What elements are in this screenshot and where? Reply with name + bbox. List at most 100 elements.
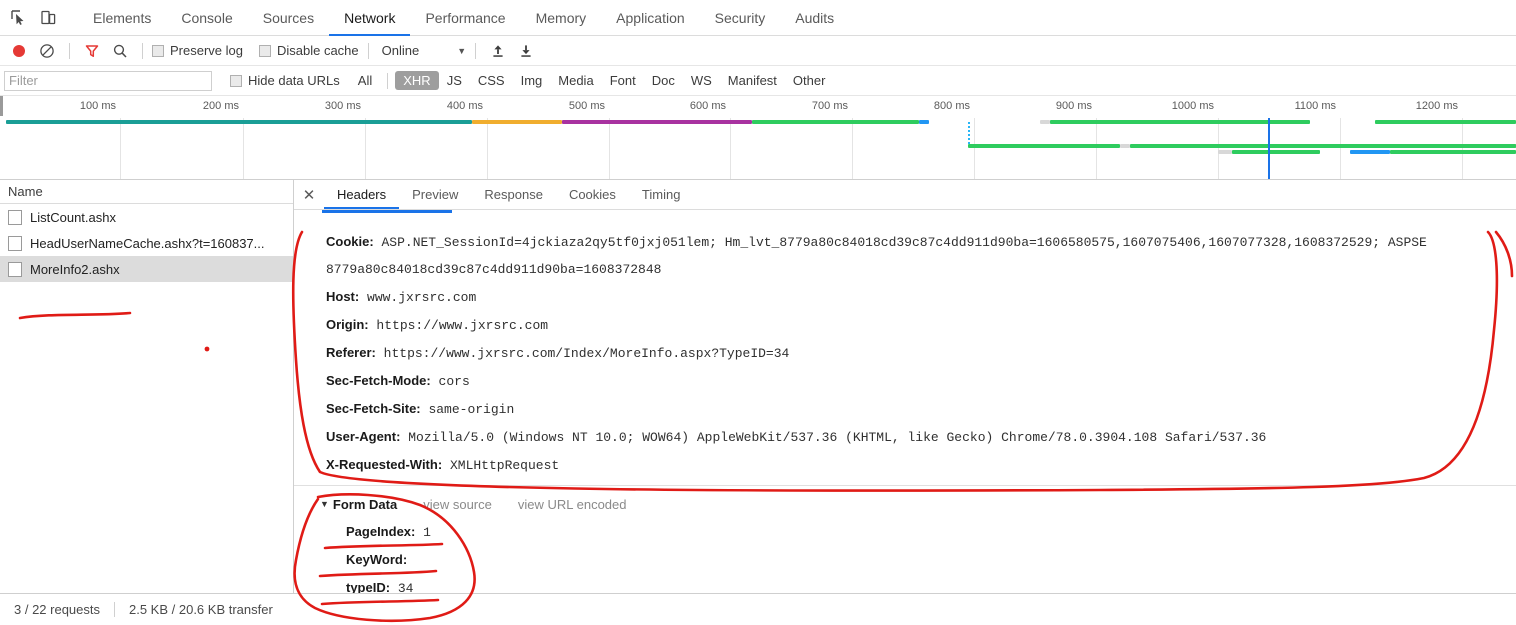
overview-dashed-connector: [968, 122, 970, 144]
detail-tab-response[interactable]: Response: [471, 180, 556, 209]
panel-tab-elements[interactable]: Elements: [78, 0, 166, 36]
chip-img[interactable]: Img: [513, 71, 551, 90]
preserve-log-box[interactable]: [152, 44, 164, 57]
devtools-panel-tabbar: Elements Console Sources Network Perform…: [0, 0, 1516, 36]
form-data-value: 1: [423, 525, 431, 540]
detail-tabbar: ✕ Headers Preview Response Cookies Timin…: [294, 180, 1516, 210]
disable-cache-checkbox[interactable]: Disable cache: [258, 43, 359, 58]
view-url-encoded-link[interactable]: view URL encoded: [518, 497, 627, 512]
request-row-headusernamecache[interactable]: HeadUserNameCache.ashx?t=160837...: [0, 230, 293, 256]
view-source-link[interactable]: view source: [423, 497, 492, 512]
chip-doc[interactable]: Doc: [644, 71, 683, 90]
column-header-name[interactable]: Name: [0, 180, 293, 204]
funnel-icon[interactable]: [79, 39, 105, 63]
chip-ws[interactable]: WS: [683, 71, 720, 90]
network-overview-timeline[interactable]: 100 ms 200 ms 300 ms 400 ms 500 ms 600 m…: [0, 96, 1516, 180]
detail-tab-headers[interactable]: Headers: [324, 180, 399, 209]
headers-content[interactable]: Cookie: ASP.NET_SessionId=4jckiaza2qy5tf…: [294, 210, 1516, 593]
overview-bar-grey: [1120, 144, 1130, 148]
disable-cache-box[interactable]: [258, 44, 271, 57]
tick-800ms: 800 ms: [933, 100, 970, 112]
header-row-host: Host: www.jxrsrc.com: [294, 283, 1516, 311]
header-key: User-Agent:: [326, 429, 401, 444]
upload-arrow-icon[interactable]: [485, 39, 511, 63]
gridline: [120, 118, 121, 179]
gridline: [487, 118, 488, 179]
chip-xhr[interactable]: XHR: [395, 71, 439, 90]
header-value: ASP.NET_SessionId=4jckiaza2qy5tf0jxj051l…: [381, 235, 1427, 250]
tick-400ms: 400 ms: [446, 100, 483, 112]
detail-tab-cookies[interactable]: Cookies: [556, 180, 629, 209]
tick-300ms: 300 ms: [324, 100, 361, 112]
chip-font[interactable]: Font: [602, 71, 644, 90]
record-icon[interactable]: [6, 39, 32, 63]
request-type-icon: [8, 209, 22, 225]
header-row-sec-fetch-site: Sec-Fetch-Site: same-origin: [294, 395, 1516, 423]
header-key: Sec-Fetch-Mode:: [326, 373, 431, 388]
form-data-value: 34: [397, 581, 414, 593]
resource-type-chips: All XHR JS CSS Img Media Font Doc WS Man…: [350, 71, 834, 90]
overview-bar-green: [1130, 144, 1516, 148]
panel-tab-audits[interactable]: Audits: [780, 0, 849, 36]
device-toolbar-icon[interactable]: [38, 8, 58, 28]
overview-bar-green: [1390, 150, 1516, 154]
chip-js[interactable]: JS: [439, 71, 470, 90]
download-arrow-icon[interactable]: [513, 39, 539, 63]
overview-bars: [0, 118, 1516, 179]
overview-bar-blue: [1350, 150, 1390, 154]
chip-css[interactable]: CSS: [470, 71, 513, 90]
status-requests-count: 3 / 22 requests: [14, 602, 100, 617]
header-row-user-agent: User-Agent: Mozilla/5.0 (Windows NT 10.0…: [294, 423, 1516, 451]
panel-tab-security[interactable]: Security: [700, 0, 781, 36]
throttle-select-value[interactable]: Online: [378, 43, 420, 58]
chip-other[interactable]: Other: [785, 71, 834, 90]
header-value: https://www.jxrsrc.com/Index/MoreInfo.as…: [383, 346, 790, 361]
header-row-cookie: Cookie: ASP.NET_SessionId=4jckiaza2qy5tf…: [294, 228, 1516, 256]
hide-data-urls-box[interactable]: [230, 74, 242, 87]
form-data-title: Form Data: [332, 496, 398, 512]
overview-bar-green: [1468, 144, 1516, 148]
overview-bar-blue: [919, 120, 929, 124]
preserve-log-checkbox[interactable]: Preserve log: [152, 43, 243, 58]
panel-tab-network[interactable]: Network: [329, 0, 410, 36]
request-row-moreinfo2[interactable]: MoreInfo2.ashx: [0, 256, 293, 282]
panel-tab-application[interactable]: Application: [601, 0, 700, 36]
request-name-column: Name ListCount.ashx HeadUserNameCache.as…: [0, 180, 294, 593]
search-icon[interactable]: [107, 39, 133, 63]
header-value: www.jxrsrc.com: [367, 290, 477, 305]
header-value: Mozilla/5.0 (Windows NT 10.0; WOW64) App…: [408, 430, 1267, 445]
inspect-element-icon[interactable]: [8, 8, 28, 28]
header-key: Sec-Fetch-Site:: [326, 401, 421, 416]
header-key: Origin:: [326, 317, 369, 332]
detail-tab-preview[interactable]: Preview: [399, 180, 471, 209]
header-key: Cookie:: [326, 234, 374, 249]
gridline: [974, 118, 975, 179]
network-filterbar: Hide data URLs All XHR JS CSS Img Media …: [0, 66, 1516, 96]
filter-input[interactable]: [4, 70, 212, 91]
header-value-continued: 8779a80c84018cd39c87c4dd911d90ba=1608372…: [326, 262, 662, 277]
detail-tab-timing[interactable]: Timing: [629, 180, 694, 209]
chevron-down-icon[interactable]: ▼: [457, 46, 466, 56]
request-name-label: ListCount.ashx: [30, 209, 116, 225]
panel-tab-memory[interactable]: Memory: [521, 0, 602, 36]
panel-tab-performance[interactable]: Performance: [410, 0, 520, 36]
tick-1100ms: 1100 ms: [1294, 100, 1336, 112]
chip-divider: [387, 72, 389, 89]
chevron-down-icon[interactable]: ▼: [320, 499, 329, 509]
chip-media[interactable]: Media: [550, 71, 601, 90]
inspect-toolbar: [0, 8, 64, 28]
request-row-listcount[interactable]: ListCount.ashx: [0, 204, 293, 230]
request-type-icon: [8, 261, 22, 277]
panel-tab-sources[interactable]: Sources: [248, 0, 329, 36]
preserve-log-label: Preserve log: [170, 43, 243, 58]
chip-all[interactable]: All: [350, 71, 380, 90]
hide-data-urls-checkbox[interactable]: Hide data URLs: [230, 73, 340, 88]
chip-manifest[interactable]: Manifest: [720, 71, 785, 90]
close-icon[interactable]: ✕: [294, 180, 324, 209]
header-row-sec-fetch-mode: Sec-Fetch-Mode: cors: [294, 367, 1516, 395]
panel-tab-console[interactable]: Console: [166, 0, 247, 36]
form-data-header[interactable]: ▼ Form Data view source view URL encoded: [294, 490, 1516, 518]
clear-icon[interactable]: [34, 39, 60, 63]
request-name-label: HeadUserNameCache.ashx?t=160837...: [30, 235, 265, 251]
overview-playhead[interactable]: [1268, 118, 1270, 179]
